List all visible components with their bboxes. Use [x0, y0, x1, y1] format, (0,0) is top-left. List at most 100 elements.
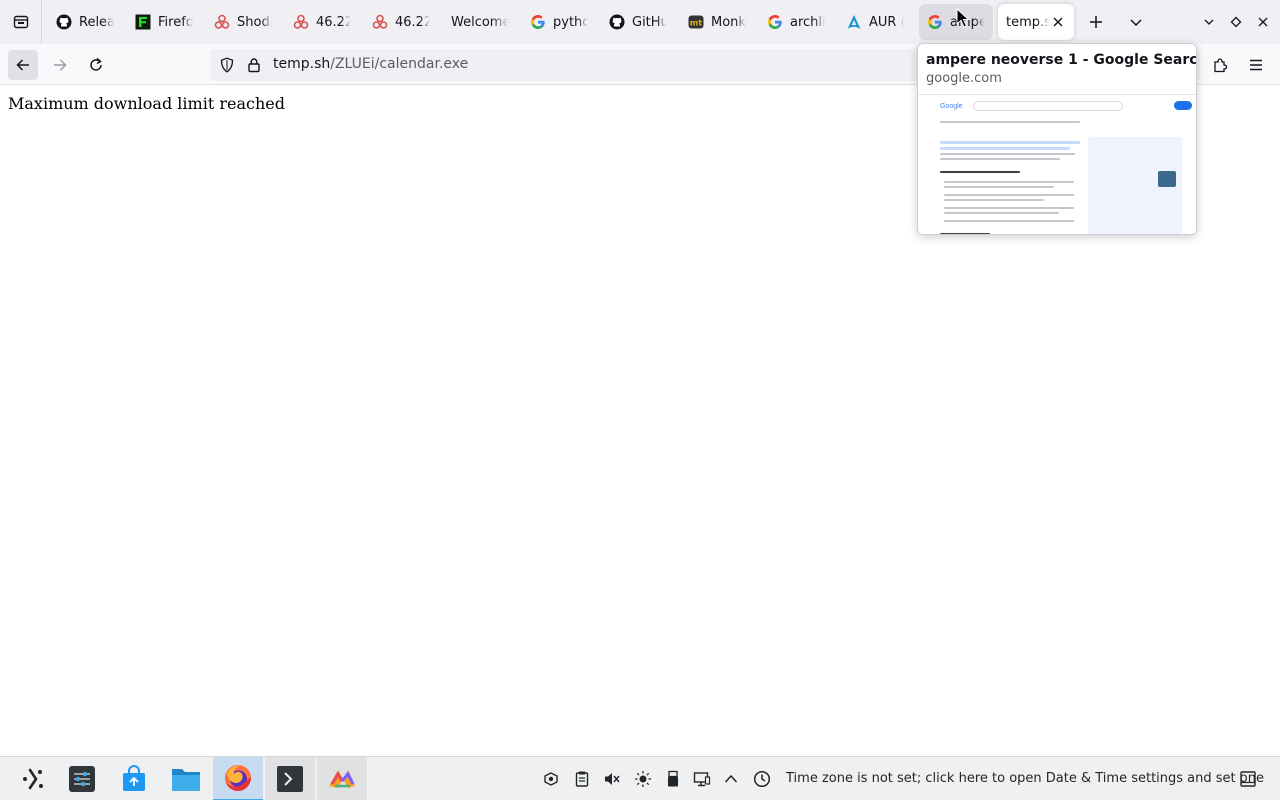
list-all-tabs-button[interactable]: [1122, 8, 1150, 36]
preview-thumbnail: Google: [918, 94, 1196, 234]
url-path: /ZLUEi/calendar.exe: [330, 56, 469, 72]
brightness-icon[interactable]: [633, 769, 653, 789]
tab-firefox[interactable]: Firefox: [127, 4, 201, 40]
thumb-highlight-line: [940, 147, 1070, 150]
monkeytype-icon: mt: [688, 14, 704, 30]
tab-shodan-host-1[interactable]: 46.22: [285, 4, 359, 40]
firefox-view-button[interactable]: [0, 0, 42, 44]
chevron-down-icon: [1204, 19, 1214, 25]
thumb-search-box: [973, 101, 1123, 111]
google-icon: [530, 14, 546, 30]
tab-hover-preview: ampere neoverse 1 - Google Search google…: [917, 43, 1197, 235]
chevron-down-icon: [1130, 19, 1142, 27]
display-icon[interactable]: [692, 769, 712, 789]
thumb-side-image: [1158, 171, 1176, 187]
thumb-text-line: [944, 186, 1054, 188]
chevron-up-icon[interactable]: [721, 769, 741, 789]
taskbar-firefox[interactable]: [213, 757, 263, 800]
new-tab-button[interactable]: [1082, 8, 1110, 36]
window-close-button[interactable]: [1249, 8, 1277, 36]
taskbar-app-window[interactable]: [317, 757, 367, 800]
tab-github[interactable]: GitHub: [601, 4, 675, 40]
window-maximize-button[interactable]: [1222, 8, 1250, 36]
taskbar-terminal[interactable]: [265, 757, 315, 800]
thumb-text-line: [944, 181, 1074, 183]
tab-title: GitHub: [632, 14, 667, 30]
firefox-icon: [225, 765, 251, 791]
tab-title: archlinux: [790, 14, 825, 30]
preview-title: ampere neoverse 1 - Google Search: [926, 52, 1197, 68]
folder-icon: [172, 769, 200, 791]
mouse-cursor-icon: [956, 8, 970, 28]
timezone-notification[interactable]: Time zone is not set; click here to open…: [786, 771, 1264, 786]
tab-title: python: [553, 14, 588, 30]
thumb-text-line: [944, 220, 1074, 222]
firefox-view-icon: [13, 15, 28, 29]
extensions-button[interactable]: [1205, 50, 1235, 80]
thumb-text-line: [940, 153, 1075, 155]
arch-icon: [846, 14, 862, 30]
tab-title: temp.sh: [1006, 14, 1050, 30]
page-message: Maximum download limit reached: [8, 94, 285, 113]
usb-device-icon[interactable]: [663, 769, 683, 789]
application-launcher[interactable]: [8, 757, 58, 800]
arrow-right-icon: [54, 59, 67, 71]
thumb-heading-line: [940, 171, 1020, 173]
plus-icon: [1090, 16, 1102, 28]
tab-releases[interactable]: Releases: [48, 4, 122, 40]
url-text[interactable]: temp.sh/ZLUEi/calendar.exe: [273, 56, 468, 72]
thumb-text-line: [940, 158, 1060, 160]
google-icon: [927, 14, 943, 30]
volume-muted-icon[interactable]: [602, 769, 622, 789]
forward-button[interactable]: [45, 50, 75, 80]
svg-text:mt: mt: [690, 19, 702, 28]
thumb-nav-line: [940, 121, 1080, 123]
tab-close-icon[interactable]: [1050, 14, 1066, 30]
window-minimize-button[interactable]: [1195, 8, 1223, 36]
tab-title: Firefox: [158, 14, 193, 30]
colorful-app-icon: [329, 770, 355, 788]
taskbar-discover[interactable]: [109, 757, 159, 800]
store-bag-icon: [123, 765, 145, 791]
shield-icon[interactable]: [219, 57, 235, 73]
preview-url: google.com: [926, 71, 1002, 86]
close-icon: [1258, 17, 1268, 27]
thumb-highlight-line: [940, 141, 1080, 144]
tab-aur[interactable]: AUR (en): [838, 4, 912, 40]
tab-shodan-host-2[interactable]: 46.22: [364, 4, 438, 40]
clipboard-icon[interactable]: [572, 769, 592, 789]
lock-icon[interactable]: [246, 57, 262, 73]
tab-archlinux-search[interactable]: archlinux: [759, 4, 833, 40]
url-host: temp.sh: [273, 56, 331, 72]
tab-welcome[interactable]: Welcome: [443, 4, 517, 40]
thumb-text-line: [944, 199, 1044, 201]
taskbar-file-manager[interactable]: [161, 757, 211, 800]
reload-icon: [90, 57, 102, 71]
show-desktop-icon[interactable]: [1238, 769, 1258, 789]
puzzle-icon: [1214, 58, 1228, 73]
tab-temp-sh[interactable]: temp.sh: [998, 4, 1074, 40]
tab-title: 46.22: [395, 14, 430, 30]
tab-shodan[interactable]: Shodan: [206, 4, 280, 40]
settings-sliders-icon: [69, 766, 95, 792]
app-menu-button[interactable]: [1241, 50, 1271, 80]
back-button[interactable]: [8, 50, 38, 80]
taskbar: Time zone is not set; click here to open…: [0, 756, 1280, 800]
google-icon: [767, 14, 783, 30]
tab-title: Welcome: [451, 14, 509, 30]
google-logo: Google: [940, 103, 963, 110]
shodan-icon: [214, 14, 230, 30]
tab-title: Releases: [79, 14, 114, 30]
kde-connect-icon[interactable]: [541, 769, 561, 789]
hamburger-icon: [1250, 59, 1262, 71]
tab-title: Monkeytype: [711, 14, 746, 30]
tab-python-search[interactable]: python: [522, 4, 596, 40]
tab-monkeytype[interactable]: mt Monkeytype: [680, 4, 754, 40]
github-icon: [609, 14, 625, 30]
thumb-text-line: [944, 207, 1074, 209]
thumb-sign-in-button: [1174, 101, 1192, 110]
taskbar-system-settings[interactable]: [57, 757, 107, 800]
clock-warning-icon[interactable]: [752, 769, 772, 789]
tab-title: AUR (en): [869, 14, 904, 30]
reload-button[interactable]: [81, 50, 111, 80]
